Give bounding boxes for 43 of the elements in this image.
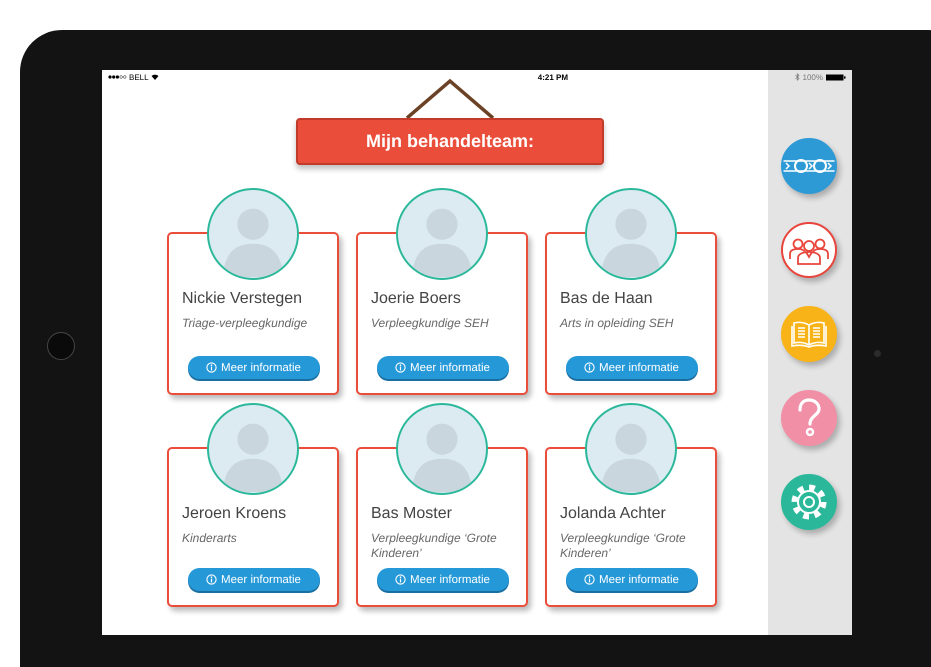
settings-nav-button[interactable] — [781, 474, 837, 530]
member-name: Bas Moster — [371, 505, 453, 523]
member-name: Jolanda Achter — [560, 505, 667, 523]
more-info-button[interactable]: Meer informatie — [188, 568, 320, 591]
path-icon — [783, 156, 835, 176]
team-nav-button[interactable] — [781, 222, 837, 278]
member-role: Verpleegkundige ‘Grote Kinderen’ — [371, 531, 498, 561]
member-role: Verpleegkundige SEH — [371, 316, 490, 331]
journey-nav-button[interactable] — [781, 138, 837, 194]
info-icon — [584, 362, 596, 373]
title-banner: Mijn behandelteam: — [296, 118, 604, 165]
member-role: Verpleegkundige ‘Grote Kinderen’ — [560, 531, 687, 561]
info-icon — [395, 362, 406, 373]
member-name: Jeroen Kroens — [182, 505, 288, 523]
status-time: 4:21 PM — [538, 72, 568, 82]
member-name: Nickie Verstegen — [182, 290, 304, 308]
book-icon — [791, 320, 827, 348]
info-icon — [206, 574, 218, 585]
member-name: Joerie Boers — [371, 290, 462, 308]
info-icon — [584, 574, 596, 585]
more-info-button[interactable]: Meer informatie — [188, 356, 320, 379]
more-info-button[interactable]: Meer informatie — [376, 356, 508, 379]
book-nav-button[interactable] — [781, 306, 837, 362]
carrier-name: BELL — [129, 72, 149, 82]
member-role: Triage-verpleegkundige — [182, 316, 308, 331]
member-name: Bas de Haan — [560, 290, 654, 308]
question-mark-icon — [796, 398, 822, 438]
info-icon — [206, 362, 218, 373]
more-info-button[interactable]: Meer informatie — [566, 568, 698, 591]
member-role: Kinderarts — [182, 531, 238, 546]
info-icon — [395, 574, 406, 585]
more-info-button[interactable]: Meer informatie — [566, 356, 698, 379]
more-info-button[interactable]: Meer informatie — [376, 568, 508, 591]
battery-level: 100% — [802, 72, 823, 82]
wifi-icon — [150, 74, 159, 80]
settings-icon — [789, 482, 829, 522]
camera-dot — [874, 350, 880, 357]
battery-icon — [826, 74, 846, 80]
member-role: Arts in opleiding SEH — [560, 316, 674, 331]
signal-icon — [108, 75, 127, 79]
help-nav-button[interactable] — [781, 390, 837, 446]
bluetooth-icon — [794, 73, 800, 81]
home-button[interactable] — [47, 332, 75, 360]
